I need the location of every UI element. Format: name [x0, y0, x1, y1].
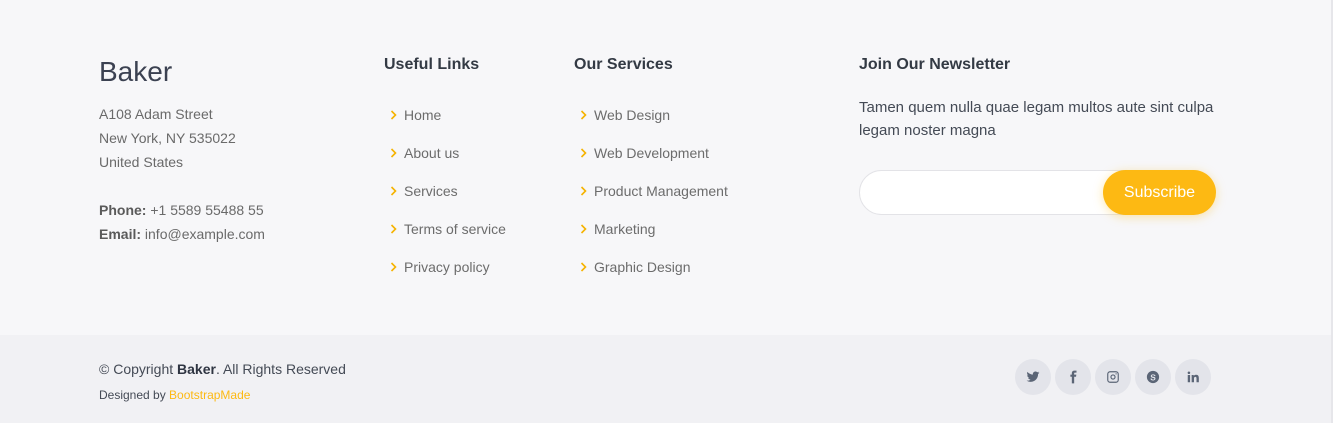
- newsletter-column: Join Our Newsletter Tamen quem nulla qua…: [859, 56, 1219, 215]
- facebook-icon: [1070, 370, 1077, 384]
- linkedin-icon: [1187, 371, 1199, 383]
- chevron-right-icon: [574, 110, 594, 120]
- credits: Designed by BootstrapMade: [99, 386, 250, 404]
- link-about-us[interactable]: About us: [384, 134, 506, 172]
- services-title: Our Services: [574, 56, 673, 73]
- address-line: United States: [99, 154, 184, 170]
- phone-value: +1 5589 55488 55: [150, 202, 264, 218]
- phone-label: Phone:: [99, 202, 147, 218]
- chevron-right-icon: [384, 262, 404, 272]
- link-label[interactable]: Services: [404, 183, 458, 199]
- useful-links-title: Useful Links: [384, 56, 480, 73]
- instagram-link[interactable]: [1095, 359, 1131, 395]
- footer-info: Baker A108 Adam Street New York, NY 5350…: [99, 56, 359, 246]
- chevron-right-icon: [574, 262, 594, 272]
- chevron-right-icon: [384, 110, 404, 120]
- address: A108 Adam Street New York, NY 535022 Uni…: [99, 102, 359, 174]
- social-links: [1015, 359, 1211, 395]
- useful-links-list: Home About us Services Terms of service …: [384, 96, 506, 286]
- address-line: New York, NY 535022: [99, 130, 236, 146]
- copyright-prefix: © Copyright: [99, 361, 178, 377]
- copyright-suffix: . All Rights Reserved: [215, 361, 346, 377]
- skype-link[interactable]: [1135, 359, 1171, 395]
- chevron-right-icon: [384, 224, 404, 234]
- newsletter-title: Join Our Newsletter: [859, 56, 1011, 73]
- link-home[interactable]: Home: [384, 96, 506, 134]
- link-label[interactable]: Web Development: [594, 145, 709, 161]
- link-services[interactable]: Services: [384, 172, 506, 210]
- copyright: © Copyright Baker. All Rights Reserved: [99, 360, 346, 378]
- link-label[interactable]: Terms of service: [404, 221, 506, 237]
- contact-info: Phone: +1 5589 55488 55 Email: info@exam…: [99, 198, 359, 246]
- newsletter-text: Tamen quem nulla quae legam multos aute …: [859, 99, 1214, 139]
- chevron-right-icon: [574, 186, 594, 196]
- services-list: Web Design Web Development Product Manag…: [574, 96, 728, 286]
- link-graphic-design[interactable]: Graphic Design: [574, 248, 728, 286]
- twitter-icon: [1026, 371, 1040, 382]
- designed-by-label: Designed by: [99, 388, 170, 402]
- facebook-link[interactable]: [1055, 359, 1091, 395]
- skype-icon: [1146, 370, 1160, 384]
- chevron-right-icon: [384, 148, 404, 158]
- instagram-icon: [1107, 371, 1119, 383]
- link-web-design[interactable]: Web Design: [574, 96, 728, 134]
- copyright-brand: Baker: [177, 361, 216, 377]
- link-label[interactable]: Marketing: [594, 221, 655, 237]
- link-privacy-policy[interactable]: Privacy policy: [384, 248, 506, 286]
- link-label[interactable]: Product Management: [594, 183, 728, 199]
- link-product-management[interactable]: Product Management: [574, 172, 728, 210]
- chevron-right-icon: [574, 224, 594, 234]
- address-line: A108 Adam Street: [99, 106, 213, 122]
- link-label[interactable]: Graphic Design: [594, 259, 691, 275]
- subscribe-button[interactable]: Subscribe: [1103, 170, 1216, 215]
- link-label[interactable]: Web Design: [594, 107, 670, 123]
- chevron-right-icon: [574, 148, 594, 158]
- brand-name: Baker: [99, 56, 173, 87]
- link-web-development[interactable]: Web Development: [574, 134, 728, 172]
- link-label[interactable]: About us: [404, 145, 459, 161]
- link-label[interactable]: Home: [404, 107, 441, 123]
- link-label[interactable]: Privacy policy: [404, 259, 490, 275]
- link-marketing[interactable]: Marketing: [574, 210, 728, 248]
- newsletter-email-input[interactable]: [860, 171, 1110, 214]
- email-label: Email:: [99, 226, 142, 242]
- services-column: Our Services Web Design Web Development …: [574, 56, 728, 286]
- twitter-link[interactable]: [1015, 359, 1051, 395]
- email-value: info@example.com: [144, 226, 265, 242]
- designer-link[interactable]: BootstrapMade: [169, 388, 250, 402]
- newsletter-form: Subscribe: [859, 170, 1216, 215]
- chevron-right-icon: [384, 186, 404, 196]
- link-terms-of-service[interactable]: Terms of service: [384, 210, 506, 248]
- email-row: Email: info@example.com: [99, 222, 359, 246]
- useful-links-column: Useful Links Home About us Services Term…: [384, 56, 506, 286]
- phone-row: Phone: +1 5589 55488 55: [99, 198, 359, 222]
- linkedin-link[interactable]: [1175, 359, 1211, 395]
